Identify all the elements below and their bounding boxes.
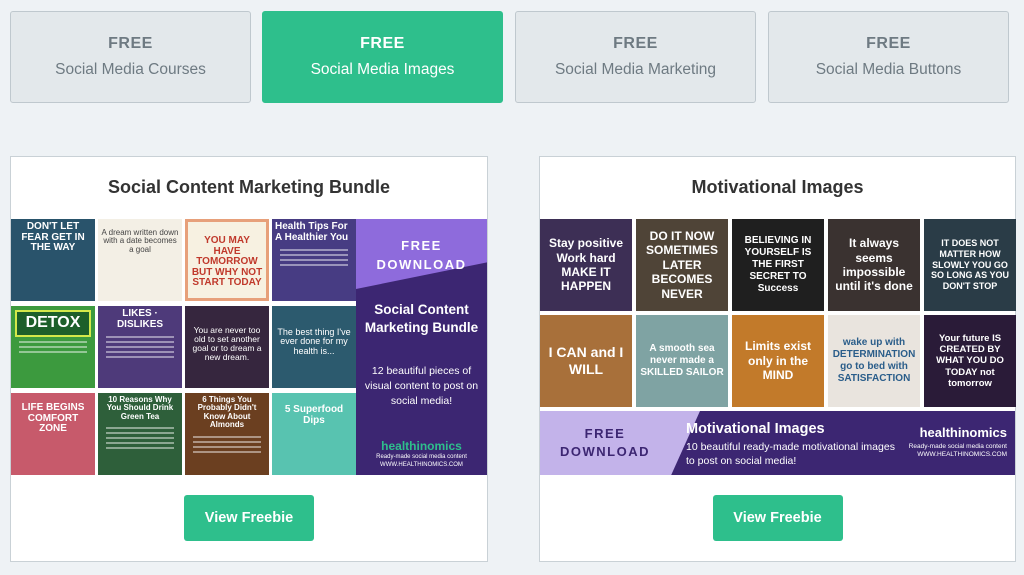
bundle-tile-text: A dream written down with a date becomes… (101, 228, 179, 254)
motivational-tile-text: Limits exist only in the MIND (744, 339, 812, 383)
motivational-tile: wake up with DETERMINATION go to bed wit… (828, 315, 920, 407)
brand-logo: healthinomics (919, 425, 1007, 440)
motivational-tile-text: BELIEVING IN YOURSELF IS THE FIRST SECRE… (744, 235, 812, 294)
bundle-title: Social Content Marketing Bundle (107, 177, 391, 197)
bundle-tile: DETOX (11, 306, 95, 388)
bundle-tile-text: 5 Superfood Dips (284, 404, 344, 426)
motivational-tile: Stay positive Work hard MAKE IT HAPPEN (540, 219, 632, 311)
motivational-title: Motivational Images (691, 177, 864, 197)
bundle-tile: Health Tips For A Healthier You (272, 219, 356, 301)
brand-logo: healthinomics (381, 439, 462, 453)
download-banner: FREE DOWNLOAD Motivational Images 10 bea… (540, 411, 1015, 475)
tab-social-media-marketing[interactable]: FREE Social Media Marketing (515, 11, 756, 103)
bundle-tile: LIKES · DISLIKES (98, 306, 182, 388)
tab-label: Social Media Images (310, 61, 455, 78)
banner-free-label: FREE DOWNLOAD (560, 426, 650, 460)
motivational-card: Motivational Images Stay positive Work h… (539, 156, 1016, 562)
category-tabs: FREE Social Media Courses FREE Social Me… (10, 11, 1012, 103)
bundle-tile-text: LIFE BEGINS COMFORT ZONE (21, 402, 85, 434)
bundle-preview-image[interactable]: DON'T LET FEAR GET IN THE WAY A dream wr… (11, 219, 487, 475)
bundle-tile-text: YOU MAY HAVE TOMORROW BUT WHY NOT START … (191, 235, 263, 288)
bundle-tile: LIFE BEGINS COMFORT ZONE (11, 393, 95, 475)
tab-label: Social Media Courses (55, 61, 206, 78)
bundle-tile: The best thing I've ever done for my hea… (272, 306, 356, 388)
brand-tagline: Ready-made social media content WWW.HEAL… (908, 443, 1007, 459)
tab-label: Social Media Buttons (815, 61, 962, 78)
motivational-tile-text: A smooth sea never made a SKILLED SAILOR (640, 343, 724, 378)
bundle-tile: A dream written down with a date becomes… (98, 219, 182, 301)
motivational-tile: IT DOES NOT MATTER HOW SLOWLY YOU GO SO … (924, 219, 1016, 311)
tab-label-free: FREE (360, 35, 405, 52)
tab-label-free: FREE (613, 35, 658, 52)
brand-tagline: Ready-made social media content WWW.HEAL… (376, 454, 467, 468)
motivational-tile-text: It always seems impossible until it's do… (835, 236, 913, 294)
motivational-tile: A smooth sea never made a SKILLED SAILOR (636, 315, 728, 407)
motivational-tile: DO IT NOW SOMETIMES LATER BECOMES NEVER (636, 219, 728, 311)
bundle-card: Social Content Marketing Bundle DON'T LE… (10, 156, 488, 562)
motivational-tile: I CAN and I WILL (540, 315, 632, 407)
bundle-tile: YOU MAY HAVE TOMORROW BUT WHY NOT START … (185, 219, 269, 301)
bundle-tile-text: 10 Reasons Why You Should Drink Green Te… (106, 395, 174, 421)
motivational-tile-text: wake up with DETERMINATION go to bed wit… (832, 337, 916, 384)
bundle-tile: DON'T LET FEAR GET IN THE WAY (11, 219, 95, 301)
motivational-tile-text: DO IT NOW SOMETIMES LATER BECOMES NEVER (645, 229, 718, 301)
bundle-tile-text: Health Tips For A Healthier You (275, 221, 349, 243)
bundle-tile: You are never too old to set another goa… (185, 306, 269, 388)
banner-description: 10 beautiful ready-made motivational ima… (686, 441, 895, 467)
promo-description: 12 beautiful pieces of visual content to… (364, 365, 479, 408)
motivational-tile: Limits exist only in the MIND (732, 315, 824, 407)
view-freebie-button[interactable]: View Freebie (184, 495, 314, 541)
promo-free-label: FREE DOWNLOAD (376, 238, 467, 272)
bundle-tile-text: The best thing I've ever done for my hea… (277, 327, 351, 356)
tab-label: Social Media Marketing (554, 61, 717, 78)
tab-label-free: FREE (108, 35, 153, 52)
bundle-tile-text: 6 Things You Probably Didn't Know About … (197, 395, 257, 430)
bundle-tile-text: DETOX (15, 310, 91, 337)
view-freebie-button[interactable]: View Freebie (712, 495, 843, 541)
motivational-tile-text: Stay positive Work hard MAKE IT HAPPEN (548, 236, 624, 294)
motivational-tile: It always seems impossible until it's do… (828, 219, 920, 311)
bundle-tile-text: LIKES · DISLIKES (116, 308, 164, 330)
tab-social-media-courses[interactable]: FREE Social Media Courses (10, 11, 251, 103)
tab-social-media-buttons[interactable]: FREE Social Media Buttons (768, 11, 1009, 103)
bundle-tile-text: DON'T LET FEAR GET IN THE WAY (21, 221, 85, 253)
motivational-tile: Your future IS CREATED BY WHAT YOU DO TO… (924, 315, 1016, 407)
bundle-tile: 10 Reasons Why You Should Drink Green Te… (98, 393, 182, 475)
bundle-tile: 6 Things You Probably Didn't Know About … (185, 393, 269, 475)
bundle-tile: 5 Superfood Dips (272, 393, 356, 475)
tab-social-media-images[interactable]: FREE Social Media Images (262, 11, 503, 103)
download-promo: FREE DOWNLOAD Social Content Marketing B… (356, 219, 487, 475)
motivational-tile-text: I CAN and I WILL (548, 344, 624, 377)
bundle-tile-text: You are never too old to set another goa… (192, 325, 262, 362)
banner-title: Motivational Images (686, 421, 825, 437)
promo-title: Social Content Marketing Bundle (364, 302, 479, 336)
motivational-tile-text: Your future IS CREATED BY WHAT YOU DO TO… (936, 332, 1004, 390)
motivational-tile: BELIEVING IN YOURSELF IS THE FIRST SECRE… (732, 219, 824, 311)
motivational-preview-image[interactable]: Stay positive Work hard MAKE IT HAPPEN D… (540, 219, 1016, 475)
tab-label-free: FREE (866, 35, 911, 52)
motivational-tile-text: IT DOES NOT MATTER HOW SLOWLY YOU GO SO … (930, 238, 1009, 292)
